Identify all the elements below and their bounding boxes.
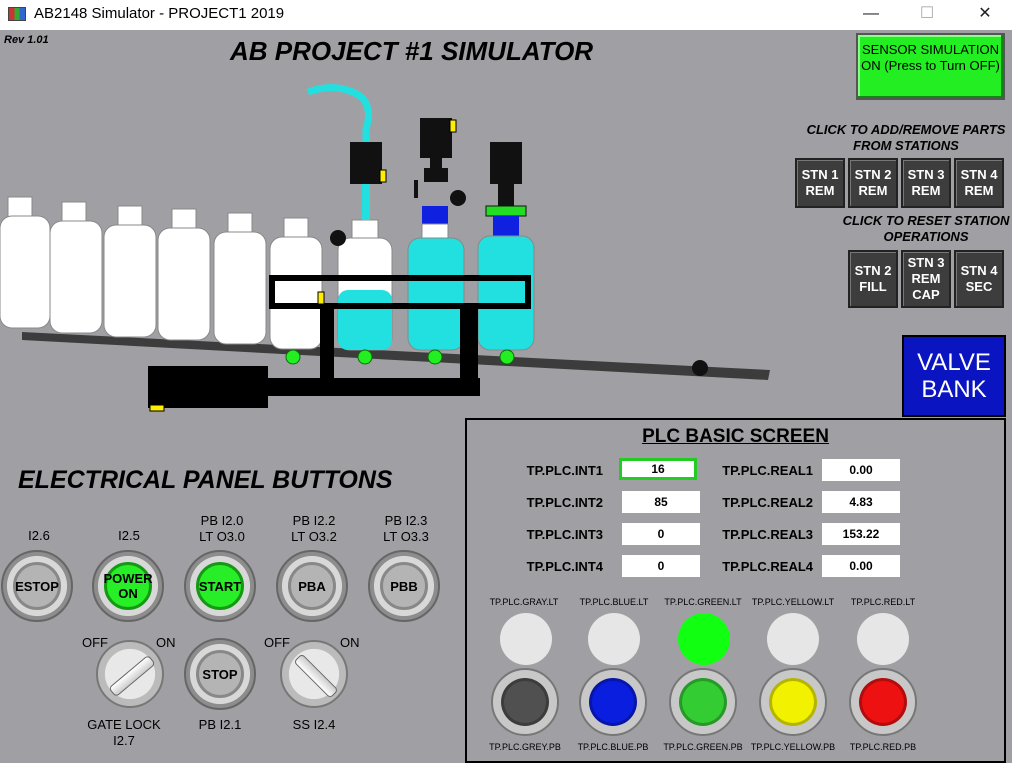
- real1-tag: TP.PLC.REAL1: [722, 463, 813, 478]
- gray-light: [500, 613, 552, 665]
- int1-tag: TP.PLC.INT1: [526, 463, 603, 478]
- bottle: [213, 212, 267, 345]
- ss-switch[interactable]: [280, 640, 348, 708]
- stop-button[interactable]: STOP: [184, 638, 256, 710]
- stn2-rem-button[interactable]: STN 2 REM: [848, 158, 898, 208]
- green-lt-label: TP.PLC.GREEN.LT: [664, 597, 742, 607]
- real2-value[interactable]: 4.83: [822, 491, 900, 513]
- green-pb-label: TP.PLC.GREEN.PB: [663, 742, 743, 752]
- int3-tag: TP.PLC.INT3: [526, 527, 603, 542]
- int4-value[interactable]: 0: [622, 555, 700, 577]
- stn3-rem-button[interactable]: STN 3 REM: [901, 158, 951, 208]
- pbb-button[interactable]: PBB: [368, 550, 440, 622]
- bottle: [157, 208, 211, 341]
- power-on-cap: POWER ON: [103, 562, 153, 610]
- valve-bank-button[interactable]: VALVE BANK: [902, 335, 1006, 417]
- yellow-light: [767, 613, 819, 665]
- red-lt-label: TP.PLC.RED.LT: [850, 597, 916, 607]
- real2-tag: TP.PLC.REAL2: [722, 495, 813, 510]
- conveyor-belt: [22, 332, 770, 380]
- ss-off-label: OFF: [264, 635, 290, 650]
- pba-io-label: PB I2.2 LT O3.2: [291, 513, 337, 544]
- green-pb-cap: [679, 678, 727, 726]
- real4-tag: TP.PLC.REAL4: [722, 559, 813, 574]
- stop-io-label: PB I2.1: [198, 717, 242, 732]
- estop-button[interactable]: ESTOP: [1, 550, 73, 622]
- power-io-label: I2.5: [118, 528, 140, 543]
- red-pushbutton[interactable]: [849, 668, 917, 736]
- gate-lock-on-label: ON: [156, 635, 176, 650]
- start-io-label: PB I2.0 LT O3.0: [199, 513, 245, 544]
- bottles-empty: [0, 196, 323, 350]
- switch-handle: [108, 654, 156, 698]
- stop-cap: STOP: [196, 650, 244, 698]
- estop-cap: ESTOP: [13, 562, 61, 610]
- real3-tag: TP.PLC.REAL3: [722, 527, 813, 542]
- sensor-simulation-button[interactable]: SENSOR SIMULATION ON (Press to Turn OFF): [856, 33, 1005, 100]
- bottle: [269, 217, 323, 350]
- grey-pb-label: TP.PLC.GREY.PB: [489, 742, 561, 752]
- stn2-fill-button[interactable]: STN 2 FILL: [848, 250, 898, 308]
- int2-tag: TP.PLC.INT2: [526, 495, 603, 510]
- green-light: [678, 613, 730, 665]
- gate-lock-label: GATE LOCK I2.7: [87, 717, 161, 748]
- pba-cap: PBA: [288, 562, 336, 610]
- power-on-button[interactable]: POWER ON: [92, 550, 164, 622]
- yellow-pushbutton[interactable]: [759, 668, 827, 736]
- stn4-sec-button[interactable]: STN 4 SEC: [954, 250, 1004, 308]
- grey-pushbutton[interactable]: [491, 668, 559, 736]
- add-remove-header: CLICK TO ADD/REMOVE PARTS FROM STATIONS: [806, 122, 1006, 153]
- plc-title: PLC BASIC SCREEN: [642, 426, 829, 447]
- pba-button[interactable]: PBA: [276, 550, 348, 622]
- red-pb-label: TP.PLC.RED.PB: [849, 742, 917, 752]
- blue-pushbutton[interactable]: [579, 668, 647, 736]
- stn4-rem-button[interactable]: STN 4 REM: [954, 158, 1004, 208]
- grey-pb-cap: [501, 678, 549, 726]
- maximize-button[interactable]: ☐: [904, 0, 950, 30]
- red-pb-cap: [859, 678, 907, 726]
- real3-value[interactable]: 153.22: [822, 523, 900, 545]
- bottle-filling: [337, 219, 393, 351]
- blue-pb-label: TP.PLC.BLUE.PB: [577, 742, 649, 752]
- estop-io-label: I2.6: [28, 528, 50, 543]
- conveyor-scene: [0, 84, 770, 412]
- switch-handle: [293, 653, 339, 699]
- yellow-pb-label: TP.PLC.YELLOW.PB: [750, 742, 836, 752]
- pbb-io-label: PB I2.3 LT O3.3: [383, 513, 429, 544]
- start-cap: START: [196, 562, 244, 610]
- plc-basic-screen: PLC BASIC SCREEN TP.PLC.INT1 16 TP.PLC.I…: [465, 418, 1006, 763]
- close-button[interactable]: ✕: [962, 0, 1008, 30]
- int2-value[interactable]: 85: [622, 491, 700, 513]
- minimize-button[interactable]: —: [848, 0, 894, 30]
- bottle: [103, 205, 157, 338]
- real1-value[interactable]: 0.00: [822, 459, 900, 481]
- blue-light: [588, 613, 640, 665]
- gate-lock-switch[interactable]: [96, 640, 164, 708]
- pbb-cap: PBB: [380, 562, 428, 610]
- yellow-lt-label: TP.PLC.YELLOW.LT: [751, 597, 835, 607]
- gate-lock-off-label: OFF: [82, 635, 108, 650]
- yellow-pb-cap: [769, 678, 817, 726]
- electrical-panel-title: ELECTRICAL PANEL BUTTONS: [18, 466, 393, 494]
- ss-on-label: ON: [340, 635, 360, 650]
- int1-value[interactable]: 16: [619, 458, 697, 480]
- stn1-rem-button[interactable]: STN 1 REM: [795, 158, 845, 208]
- int4-tag: TP.PLC.INT4: [526, 559, 603, 574]
- stn3-rem-cap-button[interactable]: STN 3 REM CAP: [901, 250, 951, 308]
- int3-value[interactable]: 0: [622, 523, 700, 545]
- reset-header: CLICK TO RESET STATION OPERATIONS: [842, 213, 1010, 244]
- blue-pb-cap: [589, 678, 637, 726]
- start-button[interactable]: START: [184, 550, 256, 622]
- gray-lt-label: TP.PLC.GRAY.LT: [489, 597, 559, 607]
- bottle: [49, 201, 103, 334]
- real4-value[interactable]: 0.00: [822, 555, 900, 577]
- green-pushbutton[interactable]: [669, 668, 737, 736]
- red-light: [857, 613, 909, 665]
- blue-lt-label: TP.PLC.BLUE.LT: [579, 597, 649, 607]
- bottle: [0, 196, 51, 329]
- ss-io-label: SS I2.4: [292, 717, 336, 732]
